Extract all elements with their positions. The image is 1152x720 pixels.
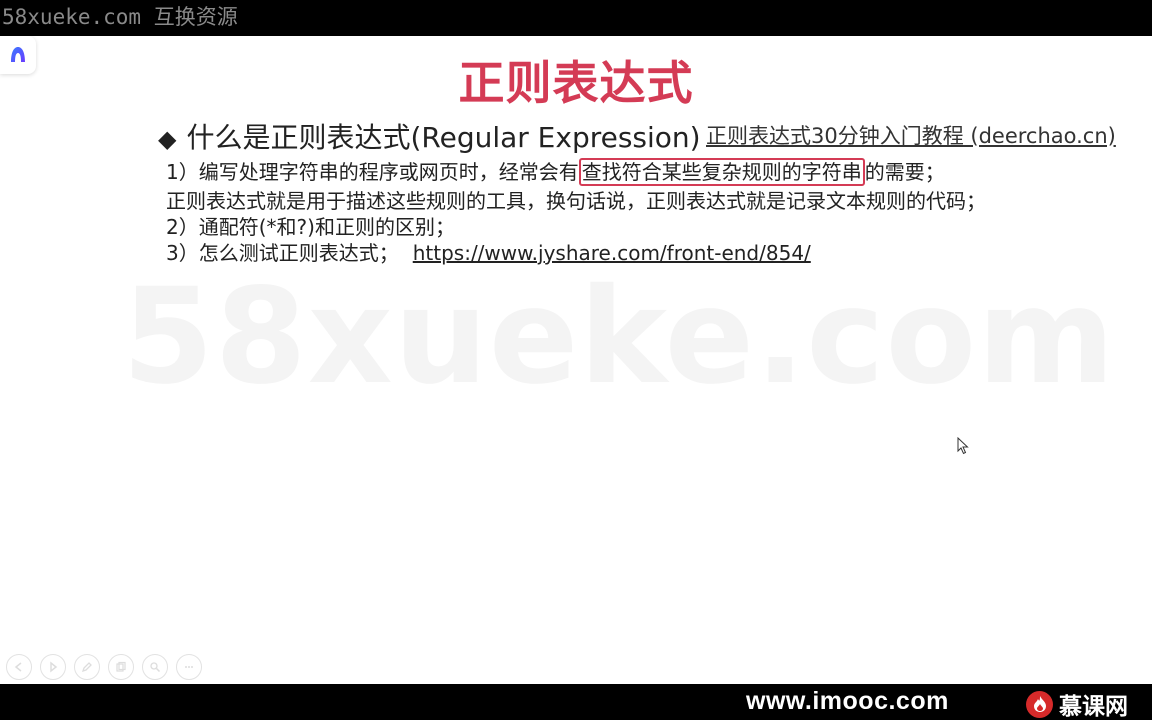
copy-icon[interactable] (108, 654, 134, 680)
slide-title: 正则表达式 (458, 56, 694, 110)
test-url-link[interactable]: https://www.jyshare.com/front-end/854/ (413, 241, 811, 265)
highlighted-phrase: 查找符合某些复杂规则的字符串 (578, 158, 865, 186)
line1-before: 1）编写处理字符串的程序或网页时，经常会有 (166, 160, 579, 184)
subheading-text: 什么是正则表达式(Regular Expression) (186, 121, 701, 154)
bullet-diamond-icon: ◆ (158, 125, 177, 153)
content-line-3: 2）通配符(*和?)和正则的区别； (166, 215, 455, 239)
mouse-cursor-icon (957, 436, 969, 459)
top-watermark: 58xueke.com 互换资源 (2, 5, 238, 29)
screen: 58xueke.com 互换资源 58xueke.com 正则表达式 ◆ 什么是正… (0, 0, 1152, 720)
more-icon[interactable] (176, 654, 202, 680)
content-line-1: 1）编写处理字符串的程序或网页时，经常会有 查找符合某些复杂规则的字符串 的需要； (166, 158, 945, 186)
top-bar: 58xueke.com 互换资源 (0, 0, 1152, 36)
tutorial-link[interactable]: 正则表达式30分钟入门教程 (deerchao.cn) (706, 124, 1116, 149)
content-line-4: 3）怎么测试正则表达式； https://www.jyshare.com/fron… (166, 241, 811, 265)
slide-canvas: 58xueke.com 正则表达式 ◆ 什么是正则表达式(Regular Expr… (0, 36, 1152, 684)
play-icon[interactable] (40, 654, 66, 680)
imooc-logo: 慕课网 (1026, 687, 1128, 720)
slide-controls (6, 654, 202, 680)
imooc-url: www.imooc.com (746, 687, 949, 715)
bottom-bar: www.imooc.com 慕课网 (0, 684, 1152, 720)
pen-icon[interactable] (74, 654, 100, 680)
app-logo-icon[interactable] (0, 36, 36, 74)
zoom-icon[interactable] (142, 654, 168, 680)
center-watermark: 58xueke.com (122, 260, 1116, 414)
line4-label: 3）怎么测试正则表达式； (166, 241, 399, 265)
slide-subheading: ◆ 什么是正则表达式(Regular Expression) (158, 121, 701, 155)
imooc-logo-name: 慕课网 (1059, 694, 1128, 720)
flame-icon (1026, 690, 1053, 718)
content-line-2: 正则表达式就是用于描述这些规则的工具，换句话说，正则表达式就是记录文本规则的代码… (166, 189, 986, 213)
line1-after: 的需要； (864, 160, 945, 184)
prev-icon[interactable] (6, 654, 32, 680)
